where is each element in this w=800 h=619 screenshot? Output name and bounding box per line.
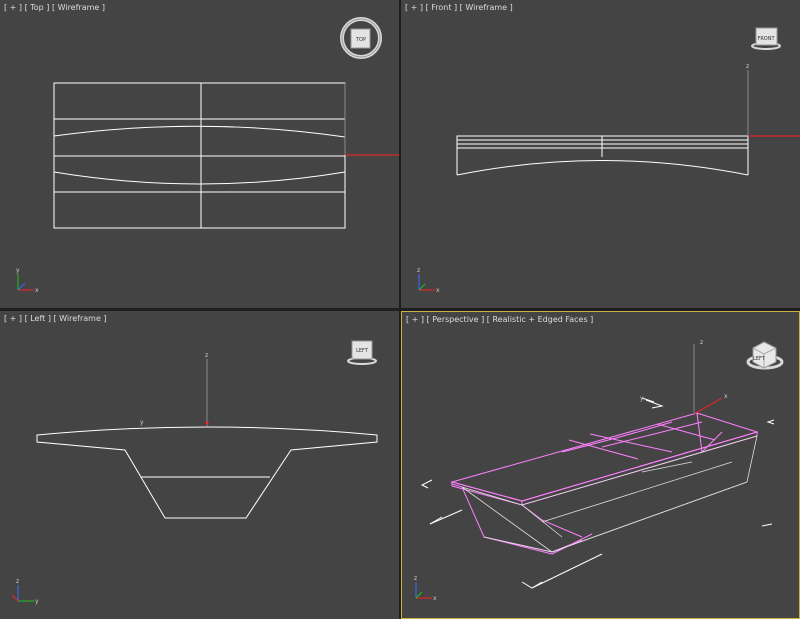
axis-tripod-left: y z — [11, 578, 39, 605]
svg-text:y: y — [35, 598, 39, 605]
svg-text:z: z — [746, 63, 749, 70]
viewport-perspective[interactable]: [ + ] [ Perspective ] [ Realistic + Edge… — [401, 311, 800, 619]
viewport-grid: [ + ] [ Top ] [ Wireframe ] TOP x y [+ … — [0, 0, 800, 619]
viewport-top[interactable]: [ + ] [ Top ] [ Wireframe ] TOP x y — [0, 0, 399, 308]
svg-text:z: z — [16, 578, 19, 585]
view-cube-top[interactable]: TOP — [340, 17, 382, 59]
top-bridge-wireframe — [53, 82, 346, 229]
left-bridge-section — [36, 426, 378, 519]
svg-text:y: y — [16, 267, 20, 274]
front-bridge-wireframe — [456, 135, 749, 176]
svg-text:x: x — [35, 287, 39, 294]
svg-text:z: z — [205, 352, 208, 359]
selection-bracket-corners — [420, 397, 775, 589]
svg-text:z: z — [417, 267, 420, 274]
svg-text:z: z — [700, 339, 703, 346]
axis-tripod-perspective: x z — [414, 575, 437, 602]
left-scene: z y LEFT y z — [11, 340, 378, 605]
axis-tripod-front: x z — [417, 267, 440, 294]
svg-text:y: y — [640, 395, 644, 402]
viewport-front[interactable]: [ + ] [ Front ] [ Wireframe ] z FRONT x … — [401, 0, 800, 308]
view-cube-left[interactable]: LEFT — [347, 340, 377, 365]
svg-text:z: z — [414, 575, 417, 582]
svg-text:x: x — [433, 595, 437, 602]
perspective-scene: z x y LEFT x z — [414, 339, 784, 602]
front-scene: z FRONT x z — [417, 27, 800, 294]
viewport-left[interactable]: [ + ] [ Left ] [ Wireframe ] z y LEFT y … — [0, 311, 399, 619]
perspective-edged-faces — [461, 435, 758, 553]
view-cube-front[interactable]: FRONT — [751, 27, 781, 50]
view-cube-front-label: FRONT — [757, 36, 775, 42]
view-cube-perspective-label: LEFT — [753, 356, 766, 362]
top-scene: TOP x y — [16, 17, 399, 294]
view-cube-left-label: LEFT — [356, 348, 369, 354]
view-cube-top-label: TOP — [355, 37, 366, 43]
svg-text:x: x — [436, 287, 440, 294]
view-cube-perspective[interactable]: LEFT — [746, 341, 784, 370]
axis-tripod-top: x y — [16, 267, 39, 294]
svg-text:x: x — [724, 393, 728, 400]
svg-text:y: y — [140, 419, 144, 426]
